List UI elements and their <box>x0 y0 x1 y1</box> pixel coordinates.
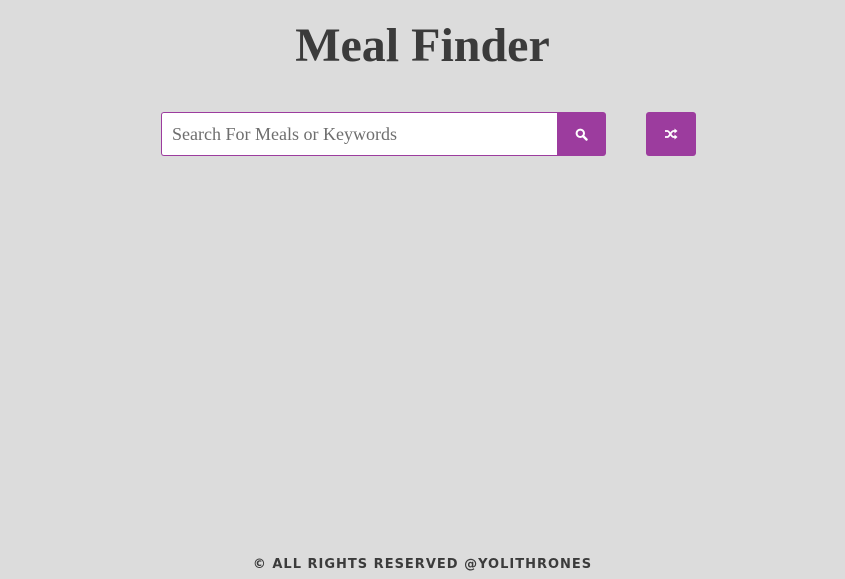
search-input[interactable] <box>161 112 557 156</box>
search-form <box>161 112 606 156</box>
search-button[interactable] <box>557 112 606 156</box>
shuffle-icon <box>664 128 678 140</box>
footer-copyright: © ALL RIGHTS RESERVED @YOLITHRONES <box>252 557 593 572</box>
search-icon <box>575 128 588 141</box>
random-meal-button[interactable] <box>646 112 696 156</box>
page-title: Meal Finder <box>295 19 550 72</box>
